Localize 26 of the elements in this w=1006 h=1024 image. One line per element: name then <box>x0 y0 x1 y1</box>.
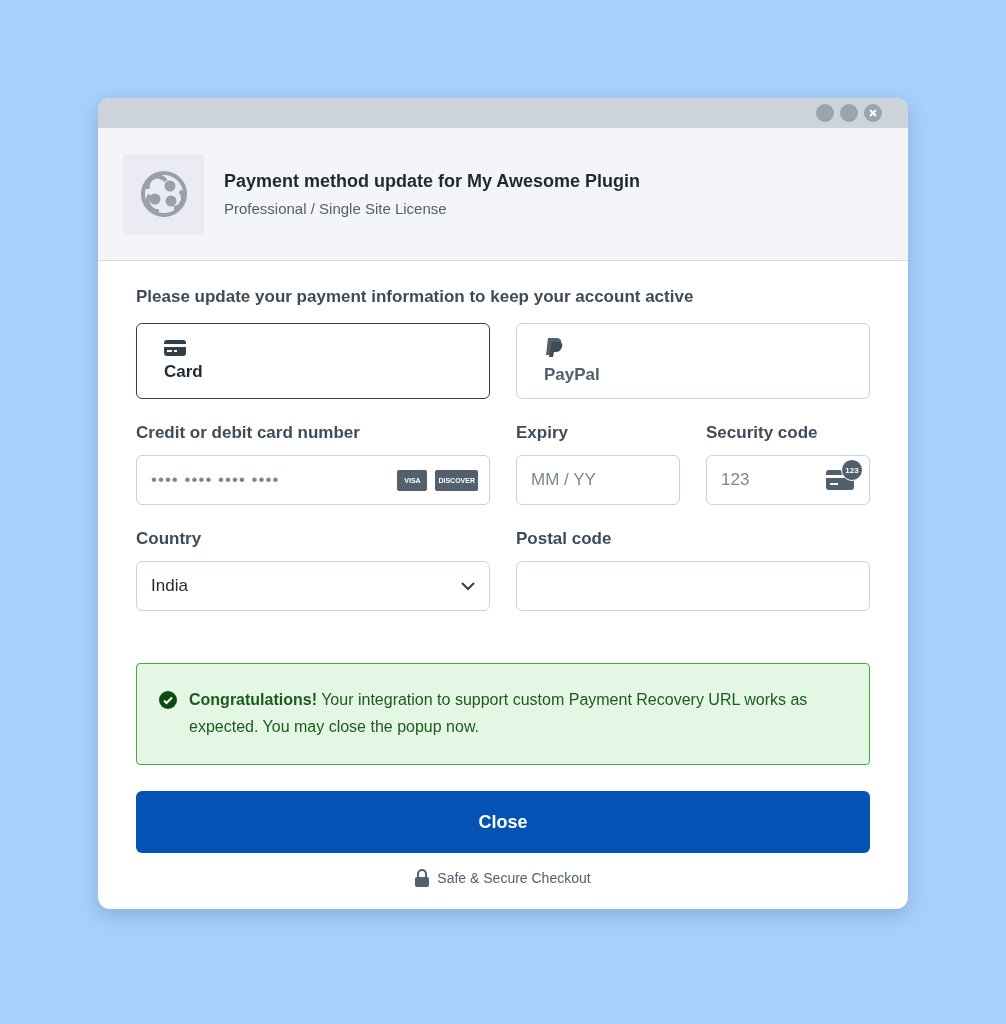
close-icon <box>869 109 877 117</box>
field-label: Security code <box>706 423 819 443</box>
payment-method-tab[interactable]: PayPal <box>516 323 870 399</box>
lock-icon <box>415 869 430 887</box>
expiry-field[interactable]: MM / YY <box>516 455 680 505</box>
postal-code-field[interactable] <box>516 561 870 611</box>
window-button[interactable] <box>816 104 834 122</box>
field-label: Expiry <box>516 423 569 443</box>
field-label: Country <box>136 529 203 549</box>
card-icon <box>164 340 186 356</box>
close-button[interactable]: Close <box>136 791 870 853</box>
country-select[interactable]: India <box>136 561 490 611</box>
paypal-icon <box>544 337 564 359</box>
dialog-title: Payment method update for My Awesome Plugin <box>224 171 641 192</box>
payment-method-tab[interactable]: Card <box>136 323 490 399</box>
secure-checkout-note: Safe & Secure Checkout <box>437 870 591 886</box>
field-label: Credit or debit card number <box>136 423 361 443</box>
field-label: Postal code <box>516 529 613 549</box>
window-button[interactable] <box>840 104 858 122</box>
chevron-down-icon <box>461 581 475 591</box>
check-circle-icon <box>159 691 177 709</box>
logo-icon <box>138 169 189 219</box>
license-subtitle: Professional / Single Site License <box>224 200 448 217</box>
instruction-text: Please update your payment information to keep your account active <box>136 287 695 307</box>
close-button[interactable] <box>864 104 882 122</box>
success-message: Congratulations! Your integration to support custom Payment Recovery URL works as expected. You may close the popup now. <box>136 663 870 765</box>
